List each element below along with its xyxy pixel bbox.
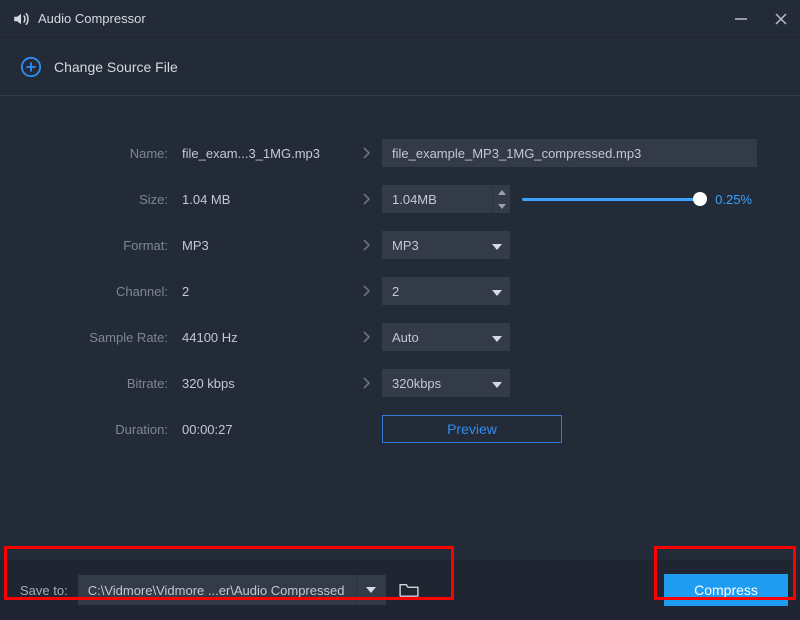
row-channel: Channel: 2 2 [0,268,800,314]
row-bitrate: Bitrate: 320 kbps 320kbps [0,360,800,406]
app-title: Audio Compressor [38,11,146,26]
arrow-icon [352,239,382,251]
row-size: Size: 1.04 MB 1.04MB 0.25% [0,176,800,222]
label-bitrate: Bitrate: [0,376,182,391]
size-up-button[interactable] [493,185,510,199]
speaker-icon [12,10,30,28]
label-duration: Duration: [0,422,182,437]
save-path: C:\Vidmore\Vidmore ...er\Audio Compresse… [78,583,356,598]
original-duration: 00:00:27 [182,422,352,437]
size-down-button[interactable] [493,199,510,213]
save-to-label: Save to: [20,583,68,598]
label-sample-rate: Sample Rate: [0,330,182,345]
row-name: Name: file_exam...3_1MG.mp3 [0,130,800,176]
format-value: MP3 [392,238,419,253]
chevron-down-icon [492,330,502,345]
label-format: Format: [0,238,182,253]
chevron-down-icon [492,284,502,299]
channel-value: 2 [392,284,399,299]
sample-rate-value: Auto [392,330,419,345]
slider-thumb[interactable] [693,192,707,206]
preview-button[interactable]: Preview [382,415,562,443]
add-file-icon[interactable] [20,56,42,78]
original-sample-rate: 44100 Hz [182,330,352,345]
arrow-icon [352,147,382,159]
minimize-button[interactable] [734,12,748,26]
bitrate-value: 320kbps [392,376,441,391]
label-name: Name: [0,146,182,161]
size-spinner[interactable]: 1.04MB [382,185,510,213]
change-source-row: Change Source File [0,38,800,96]
original-size: 1.04 MB [182,192,352,207]
path-dropdown-button[interactable] [356,575,386,605]
row-sample-rate: Sample Rate: 44100 Hz Auto [0,314,800,360]
open-folder-button[interactable] [396,580,422,600]
settings-form: Name: file_exam...3_1MG.mp3 Size: 1.04 M… [0,130,800,452]
compress-button[interactable]: Compress [664,574,788,606]
original-channel: 2 [182,284,352,299]
window-controls [734,12,788,26]
size-slider[interactable] [522,198,701,201]
close-button[interactable] [774,12,788,26]
target-size-value: 1.04MB [382,192,492,207]
channel-select[interactable]: 2 [382,277,510,305]
arrow-icon [352,377,382,389]
titlebar: Audio Compressor [0,0,800,38]
footer-bar: Save to: C:\Vidmore\Vidmore ...er\Audio … [0,560,800,620]
original-bitrate: 320 kbps [182,376,352,391]
arrow-icon [352,285,382,297]
format-select[interactable]: MP3 [382,231,510,259]
arrow-icon [352,193,382,205]
label-size: Size: [0,192,182,207]
bitrate-select[interactable]: 320kbps [382,369,510,397]
change-source-button[interactable]: Change Source File [54,59,178,75]
save-path-box: C:\Vidmore\Vidmore ...er\Audio Compresse… [78,575,386,605]
original-format: MP3 [182,238,352,253]
sample-rate-select[interactable]: Auto [382,323,510,351]
output-name-input[interactable] [382,139,757,167]
label-channel: Channel: [0,284,182,299]
chevron-down-icon [492,376,502,391]
size-percent: 0.25% [715,192,752,207]
arrow-icon [352,331,382,343]
row-duration: Duration: 00:00:27 Preview [0,406,800,452]
chevron-down-icon [492,238,502,253]
original-name: file_exam...3_1MG.mp3 [182,146,352,161]
row-format: Format: MP3 MP3 [0,222,800,268]
